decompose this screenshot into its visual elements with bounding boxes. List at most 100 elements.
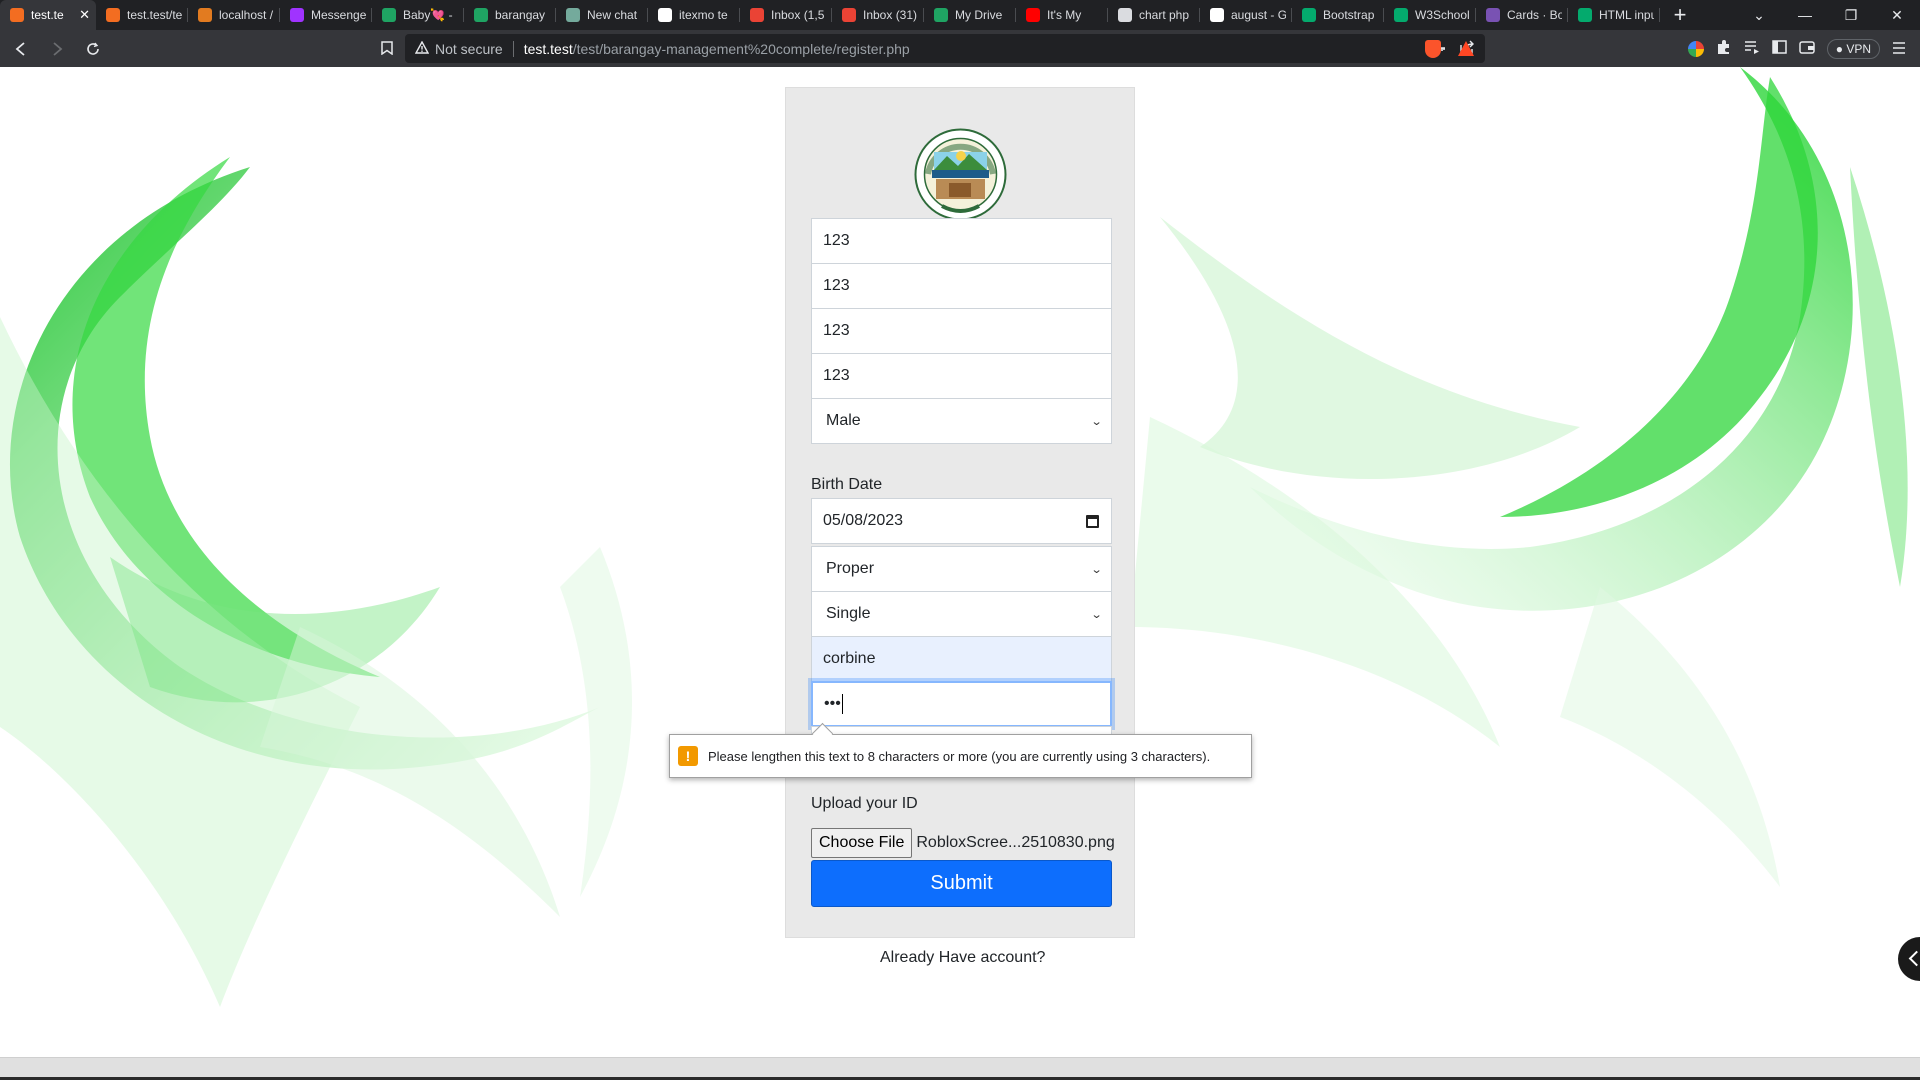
tab-favicon-icon [750,8,764,22]
contact-number-input[interactable]: 123 [811,353,1112,399]
civil-status-select[interactable]: Single ⌄ [811,591,1112,637]
bookmark-button[interactable] [372,33,402,63]
chevron-down-icon: ⌄ [1090,415,1103,428]
tab-favicon-icon [934,8,948,22]
browser-tab[interactable]: localhost / [188,0,280,30]
new-tab-button[interactable]: + [1660,0,1700,30]
middle-name-input[interactable]: 123 [811,263,1112,309]
browser-toolbar: Not secure test.test /test/barangay-mana… [0,30,1920,67]
last-name-input[interactable]: 123 [811,308,1112,354]
brave-shields-icon[interactable] [1425,40,1441,58]
tab-title: W3School [1415,8,1470,22]
tab-favicon-icon [1578,8,1592,22]
browser-tab[interactable]: august - G [1200,0,1292,30]
chevron-down-icon: ⌄ [1090,563,1103,576]
browser-tab[interactable]: Messenge [280,0,372,30]
contact-number-value: 123 [823,367,850,384]
menu-icon[interactable] [1892,41,1906,57]
address-bar[interactable]: Not secure test.test /test/barangay-mana… [405,34,1485,63]
tab-title: chart php [1139,8,1190,22]
gender-selected-value: Male [826,412,861,429]
browser-tab[interactable]: test.test/te [96,0,188,30]
back-button[interactable] [6,34,36,64]
wallet-icon[interactable] [1798,40,1815,57]
tab-favicon-icon [290,8,304,22]
brave-rewards-icon[interactable] [1458,41,1474,56]
username-input[interactable]: corbine [811,636,1112,682]
first-name-input[interactable]: 123 [811,218,1112,264]
color-extension-icon[interactable] [1687,40,1704,57]
tab-title: Messenge [311,8,366,22]
warning-exclamation-icon: ! [678,746,698,766]
validation-tooltip: ! Please lengthen this text to 8 charact… [669,734,1252,778]
browser-tab[interactable]: Inbox (1,5 [740,0,832,30]
civil-status-selected-value: Single [826,605,871,622]
page-viewport: 123 123 123 123 Male ⌄ Birth Date 05/08/… [0,67,1920,1057]
tab-title: test.te [31,8,64,22]
submit-button[interactable]: Submit [811,860,1112,907]
reload-button[interactable] [78,34,108,64]
tab-title: Bootstrap [1323,8,1375,22]
already-have-account-link[interactable]: Already Have account? [880,949,1045,967]
tab-title: localhost / [219,8,274,22]
tab-title: New chat [587,8,638,22]
browser-tab-bar: test.te ✕ test.test/te localhost / Messenge B… [0,0,1920,30]
media-playlist-icon[interactable] [1744,40,1760,57]
choose-file-button[interactable]: Choose File [811,828,913,858]
browser-tab[interactable]: barangay [464,0,556,30]
tab-favicon-icon [1302,8,1316,22]
birth-date-input[interactable]: 05/08/2023 [811,498,1112,544]
reload-icon [87,42,99,55]
browser-tab[interactable]: Bootstrap [1292,0,1384,30]
browser-tab[interactable]: Inbox (31) [832,0,924,30]
bookmark-icon [381,41,393,55]
tab-title: august - G [1231,8,1286,22]
calendar-icon[interactable] [1086,514,1099,528]
forward-button[interactable] [42,34,72,64]
browser-tab[interactable]: W3School [1384,0,1476,30]
browser-tab[interactable]: HTML inpu [1568,0,1660,30]
username-value: corbine [823,650,876,667]
tab-search-dropdown-icon[interactable]: ⌄ [1736,0,1782,30]
address-divider [512,40,514,57]
tab-title: Inbox (31) [863,8,918,22]
tab-favicon-icon [474,8,488,22]
text-caret [841,694,843,714]
tab-title: test.test/te [127,8,182,22]
browser-tab[interactable]: My Drive [924,0,1016,30]
middle-name-value: 123 [823,277,850,294]
browser-tab[interactable]: It's My [1016,0,1108,30]
tab-favicon-icon [1026,8,1040,22]
tab-close-icon[interactable]: ✕ [79,7,90,23]
tab-title: Cards · Bo [1507,8,1562,22]
browser-tab[interactable]: chart php [1108,0,1200,30]
browser-tab[interactable]: itexmo te [648,0,740,30]
sidebar-toggle-icon[interactable] [1771,40,1787,57]
browser-tab[interactable]: Cards · Bo [1476,0,1568,30]
tab-favicon-icon [1486,8,1500,22]
window-controls: ⌄ — ❐ ✕ [1736,0,1920,30]
residence-select[interactable]: Proper ⌄ [811,546,1112,592]
barangay-official-seal-logo [914,128,1007,221]
tab-favicon-icon [198,8,212,22]
window-bottom-edge [0,1057,1920,1080]
id-file-input[interactable]: Choose File RobloxScree...2510830.png [811,828,1115,858]
password-input[interactable]: ••• [811,681,1112,727]
tab-favicon-icon [842,8,856,22]
minimize-button[interactable]: — [1782,0,1828,30]
url-path[interactable]: /test/barangay-management%20complete/reg… [573,41,910,57]
upload-id-label: Upload your ID [811,795,918,812]
url-host[interactable]: test.test [524,41,573,57]
browser-tab[interactable]: Baby💘 - [372,0,464,30]
tab-favicon-icon [1210,8,1224,22]
browser-tab[interactable]: test.te ✕ [0,0,96,30]
restore-button[interactable]: ❐ [1828,0,1874,30]
gender-select[interactable]: Male ⌄ [811,398,1112,444]
browser-tab[interactable]: New chat [556,0,648,30]
security-status-label[interactable]: Not secure [435,41,503,57]
extensions-puzzle-icon[interactable] [1716,39,1732,58]
warning-triangle-icon[interactable] [414,40,430,57]
vpn-button[interactable]: ● VPN [1826,38,1880,59]
tab-favicon-icon [658,8,672,22]
close-window-button[interactable]: ✕ [1874,0,1920,30]
